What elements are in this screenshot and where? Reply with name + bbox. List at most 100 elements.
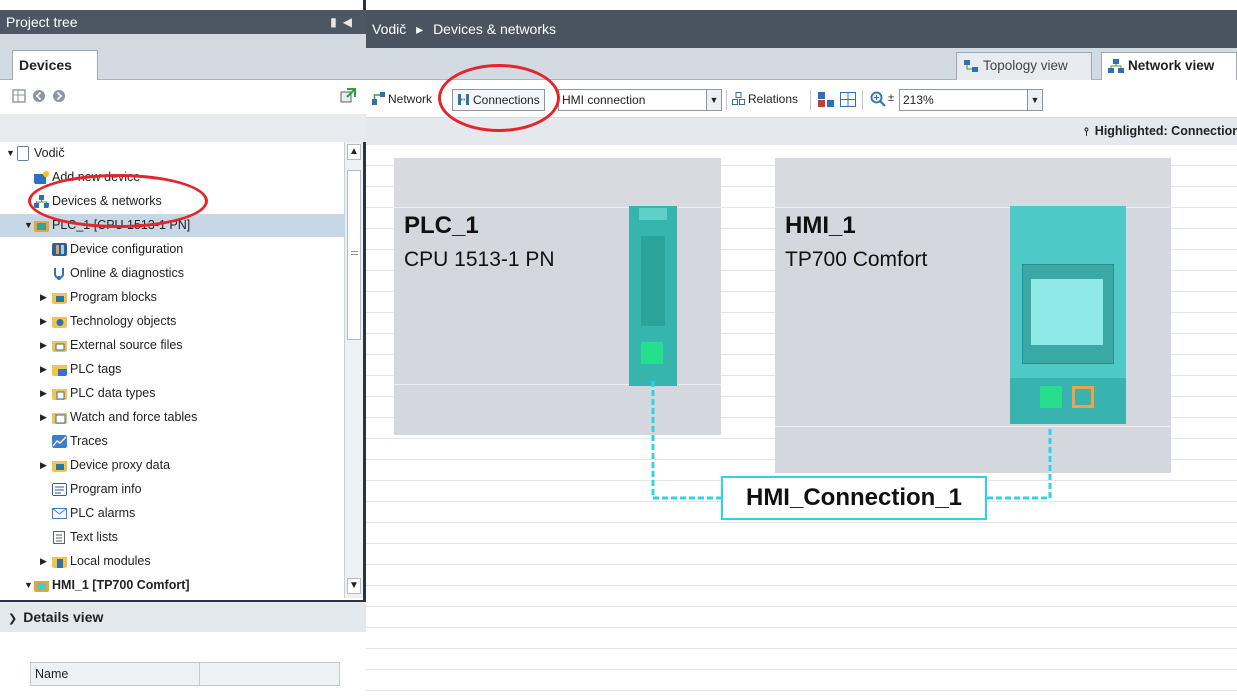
collapsed-arrow-icon[interactable]: ▶ [40,286,48,309]
local-modules-folder-icon [52,557,67,568]
table-view-icon[interactable] [840,92,856,107]
tree-item-device-configuration[interactable]: Device configuration [0,238,344,261]
device-type: CPU 1513-1 PN [404,248,555,271]
mpi-port-icon[interactable] [1072,386,1094,408]
program-info-icon [52,483,67,496]
tree-item-plc-alarms[interactable]: PLC alarms [0,502,344,525]
tree-item-plc-tags[interactable]: ▶ PLC tags [0,358,344,381]
tree-item-program-blocks[interactable]: ▶ Program blocks [0,286,344,309]
collapsed-arrow-icon[interactable]: ▶ [40,382,48,405]
profinet-port-icon[interactable] [641,342,663,364]
hmi-icon [34,581,49,592]
tab-topology-view[interactable]: Topology view [956,52,1092,80]
project-icon [17,146,29,161]
back-icon[interactable] [32,89,46,103]
tree-toolbar [0,80,366,114]
tree-tab-strip: Devices [0,34,366,80]
hmi-screen-icon [1031,279,1103,345]
tree-item-external-source-files[interactable]: ▶ External source files [0,334,344,357]
project-export-icon[interactable] [340,88,356,104]
tree-item-text-lists[interactable]: Text lists [0,526,344,549]
tab-devices[interactable]: Devices [12,50,98,80]
scroll-up-icon[interactable]: ▲ [347,144,361,160]
program-blocks-folder-icon [52,293,67,304]
collapsed-arrow-icon[interactable]: ▶ [40,334,48,357]
tree-item-device-proxy-data[interactable]: ▶ Device proxy data [0,454,344,477]
plc-module-icon[interactable] [629,206,677,386]
collapsed-arrow-icon[interactable]: ▶ [40,406,48,429]
tree-item-watch-force-tables[interactable]: ▶ Watch and force tables [0,406,344,429]
external-source-folder-icon [52,341,67,352]
expanded-arrow-icon[interactable]: ▼ [6,142,15,165]
device-config-icon [52,243,67,256]
collapsed-arrow-icon[interactable]: ▶ [40,550,48,573]
tab-network-view[interactable]: Network view [1101,52,1237,80]
connection-type-select[interactable]: HMI connection ▼ [558,89,722,111]
collapsed-arrow-icon[interactable]: ▶ [40,454,48,477]
network-canvas[interactable]: PLC_1 CPU 1513-1 PN HMI_1 TP700 Comfort [366,145,1237,700]
zoom-icon[interactable] [870,91,886,107]
diagnostics-icon [54,268,64,280]
details-view-header[interactable]: ❯ Details view [0,600,366,632]
device-type: TP700 Comfort [785,248,928,271]
annotation-circle-devices-networks [28,174,208,228]
collapsed-arrow-icon[interactable]: ▶ [40,310,48,333]
zoom-step-icon[interactable]: ± [888,92,894,104]
breadcrumb-project[interactable]: Vodič [372,21,406,37]
dropdown-arrow-icon[interactable]: ▼ [1027,90,1042,110]
pin-icon[interactable]: ⫯ [1084,126,1089,138]
highlighted-connection-indicator[interactable]: ⫯ Highlighted: Connection [1084,118,1237,146]
device-proxy-folder-icon [52,461,67,472]
relations-icon [732,92,745,105]
breadcrumb: Vodič ▸ Devices & networks [366,10,1237,48]
scrollbar-thumb[interactable] [347,170,361,340]
alarms-icon [52,508,67,519]
expanded-arrow-icon[interactable]: ▼ [24,574,33,597]
tree-item-online-diagnostics[interactable]: Online & diagnostics [0,262,344,285]
pin-icon[interactable]: ▮ [330,15,343,29]
zoom-level-select[interactable]: 213% ▼ [899,89,1043,111]
device-name: HMI_1 [785,212,856,239]
chevron-down-icon[interactable]: ❯ [8,613,17,625]
profinet-port-icon[interactable] [1040,386,1062,408]
breadcrumb-separator-icon: ▸ [416,21,424,37]
details-view-body: Name [0,632,366,700]
tree-item-project[interactable]: ▼ Vodič [0,142,344,165]
technology-objects-folder-icon [52,317,67,328]
network-button[interactable]: Network [372,89,432,111]
details-name-column-header[interactable]: Name [30,662,340,686]
tree-header-band [0,114,366,142]
grid-view-icon[interactable] [12,89,26,103]
expanded-arrow-icon[interactable]: ▼ [24,214,33,237]
relations-button[interactable]: Relations [732,89,798,111]
tree-item-hmi-1[interactable]: ▼ HMI_1 [TP700 Comfort] [0,574,344,597]
tree-scrollbar[interactable]: ▲ ▼ [344,142,363,598]
tree-item-plc-data-types[interactable]: ▶ PLC data types [0,382,344,405]
topology-icon [964,60,978,72]
device-hmi-1[interactable]: HMI_1 TP700 Comfort [775,158,1171,473]
add-device-icon [34,171,49,184]
collapse-panel-icon[interactable]: ◀ [343,15,358,29]
plc-icon [34,221,49,232]
tree-item-local-modules[interactable]: ▶ Local modules [0,550,344,573]
tree-item-traces[interactable]: Traces [0,430,344,453]
name-column-label: Name [35,667,69,681]
project-tree-panel: Project tree ▮◀ Devices ▼ Vodič Add new … [0,0,366,700]
traces-icon [52,435,67,448]
tree-item-program-info[interactable]: Program info [0,478,344,501]
tree-item-technology-objects[interactable]: ▶ Technology objects [0,310,344,333]
forward-icon[interactable] [52,89,66,103]
hmi-panel-icon[interactable] [1010,206,1126,424]
device-name: PLC_1 [404,212,479,239]
watch-tables-folder-icon [52,413,67,424]
collapsed-arrow-icon[interactable]: ▶ [40,358,48,381]
network-overview-icon[interactable] [818,92,834,107]
hmi-connection-label[interactable]: HMI_Connection_1 [721,476,987,520]
device-plc-1[interactable]: PLC_1 CPU 1513-1 PN [394,158,721,435]
scroll-down-icon[interactable]: ▼ [347,578,361,594]
plc-tags-folder-icon [52,365,67,376]
project-tree-title-bar: Project tree ▮◀ [0,10,366,34]
dropdown-arrow-icon[interactable]: ▼ [706,90,721,110]
network-mode-icon [372,92,385,105]
details-view-title: Details view [23,609,104,625]
